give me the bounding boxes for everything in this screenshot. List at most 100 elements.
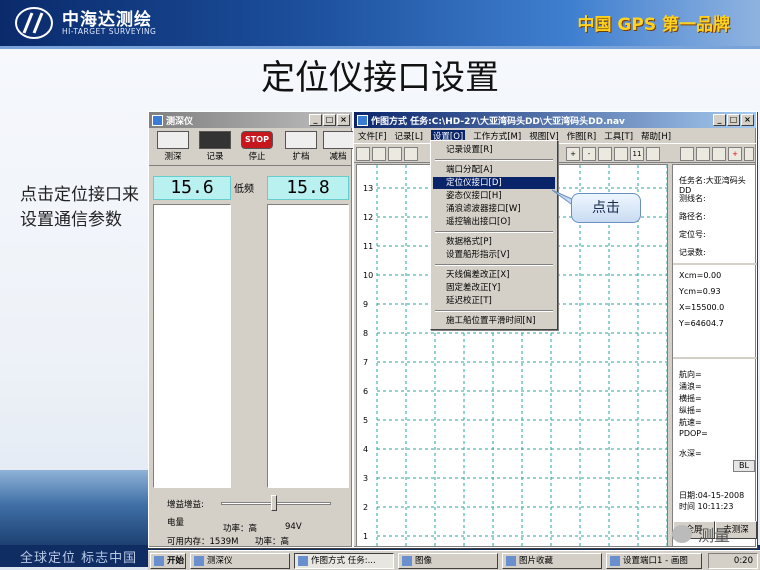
slide-title: 定位仪接口设置 bbox=[261, 58, 499, 98]
zoom-out-range-button[interactable]: 减档 bbox=[323, 131, 353, 163]
menu-item-ship-shape[interactable]: 设置船形指示[V] bbox=[433, 249, 555, 261]
menu-item-port-assign[interactable]: 端口分配[A] bbox=[433, 164, 555, 176]
maximize-button[interactable]: □ bbox=[323, 114, 336, 126]
depth-value: 水深= bbox=[679, 449, 702, 458]
depth-readout-left: 15.6 bbox=[153, 176, 231, 200]
pitch-value: 纵摇= bbox=[679, 406, 702, 415]
zoom-out-icon bbox=[323, 131, 353, 149]
task-sounder[interactable]: 测深仪 bbox=[190, 553, 290, 569]
line-icon[interactable] bbox=[712, 147, 726, 161]
task-pictures[interactable]: 图片收藏 bbox=[502, 553, 602, 569]
y-tick-label: 11 bbox=[363, 242, 374, 251]
date-value: 日期:04-15-2008 bbox=[679, 491, 745, 500]
speed-value: 航速= bbox=[679, 418, 702, 427]
zoom-in-icon[interactable]: + bbox=[566, 147, 580, 161]
sound-icon bbox=[157, 131, 189, 149]
gain-label: 增益增益: bbox=[167, 500, 204, 510]
maximize-button[interactable]: □ bbox=[727, 114, 740, 126]
start-button[interactable]: 开始 bbox=[150, 553, 186, 569]
slogan: 中国 GPS 第一品牌 bbox=[577, 15, 731, 35]
more-icon[interactable] bbox=[744, 147, 754, 161]
clock: 0:20 bbox=[708, 553, 758, 569]
x-value: X=15500.0 bbox=[679, 303, 725, 312]
zoom-in-range-button[interactable]: 扩档 bbox=[281, 131, 321, 163]
minimize-button[interactable]: _ bbox=[309, 114, 322, 126]
settings-menu: 记录设置[R] 端口分配[A] 定位仪接口[D] 姿态仪接口[H] 涌浪滤波器接… bbox=[430, 140, 558, 330]
logo-icon bbox=[15, 7, 53, 39]
logo-text-en: HI-TARGET SURVEYING bbox=[62, 27, 157, 36]
nav-titlebar[interactable]: 作图方式 任务:C:\HD-27\大亚湾码头DD\大亚湾码头DD.nav _ □… bbox=[354, 112, 756, 128]
y-value: Y=64604.7 bbox=[679, 319, 724, 328]
y-tick-label: 8 bbox=[363, 329, 369, 338]
menu-record[interactable]: 记录[L] bbox=[395, 130, 423, 142]
y-tick-label: 4 bbox=[363, 445, 369, 454]
close-button[interactable]: × bbox=[741, 114, 754, 126]
task-name: 任务名:大亚湾码头DD bbox=[679, 176, 746, 195]
record-button[interactable]: 记录 bbox=[195, 131, 235, 163]
footer-text: 全球定位 标志中国 bbox=[20, 551, 138, 566]
pan-icon[interactable] bbox=[614, 147, 628, 161]
menu-item-smoothing-time[interactable]: 施工船位置平滑时间[N] bbox=[433, 315, 555, 327]
power-level-2: 功率：高 bbox=[255, 537, 290, 547]
menu-tools[interactable]: 工具[T] bbox=[604, 130, 633, 142]
new-icon[interactable] bbox=[356, 147, 370, 161]
menu-item-positioner-interface[interactable]: 定位仪接口[D] bbox=[433, 177, 555, 189]
heave-value: 涌浪= bbox=[679, 382, 702, 391]
list-icon[interactable] bbox=[696, 147, 710, 161]
sounder-toolbar: 测深 记录 STOP 停止 扩档 减档 bbox=[149, 128, 353, 166]
time-value: 时间 10:11:23 bbox=[679, 502, 734, 511]
depth-readout-right: 15.8 bbox=[267, 176, 349, 200]
menu-file[interactable]: 文件[F] bbox=[358, 130, 387, 142]
table-icon[interactable] bbox=[680, 147, 694, 161]
power-label: 电量 bbox=[167, 518, 185, 528]
menu-item-antenna-offset[interactable]: 天线偏差改正[X] bbox=[433, 269, 555, 281]
zoom-in-icon bbox=[285, 131, 317, 149]
gain-slider-thumb[interactable] bbox=[271, 495, 277, 511]
task-nav[interactable]: 作图方式 任务:... bbox=[294, 553, 394, 569]
open-icon[interactable] bbox=[372, 147, 386, 161]
menu-item-attitude-interface[interactable]: 姿态仪接口[H] bbox=[433, 190, 555, 202]
zoom-fit-icon[interactable] bbox=[598, 147, 612, 161]
wechat-icon bbox=[671, 525, 692, 543]
print-icon[interactable] bbox=[404, 147, 418, 161]
menu-separator bbox=[435, 231, 553, 233]
sounder-titlebar[interactable]: 测深仪 _ □ × bbox=[149, 112, 352, 128]
y-tick-label: 7 bbox=[363, 358, 369, 367]
task-paint[interactable]: 设置端口1 - 画图 bbox=[606, 553, 702, 569]
menu-item-data-format[interactable]: 数据格式[P] bbox=[433, 236, 555, 248]
menu-item-fixed-offset[interactable]: 固定差改正[Y] bbox=[433, 282, 555, 294]
y-tick-label: 13 bbox=[363, 184, 374, 193]
voltage: 94V bbox=[285, 522, 302, 532]
menu-draw[interactable]: 作图[R] bbox=[567, 130, 597, 142]
sounder-status: 增益增益: 电量 功率：高 94V 可用内存：1539M 功率：高 bbox=[149, 492, 352, 548]
stop-button[interactable]: STOP 停止 bbox=[237, 131, 277, 163]
ycm-value: Ycm=0.93 bbox=[679, 287, 721, 296]
close-button[interactable]: × bbox=[337, 114, 350, 126]
frequency-mode: 低频 bbox=[234, 184, 254, 195]
header-divider bbox=[0, 46, 760, 49]
sound-button[interactable]: 测深 bbox=[153, 131, 193, 163]
page-icon[interactable] bbox=[646, 147, 660, 161]
pdop-value: PDOP= bbox=[679, 429, 708, 438]
y-tick-label: 10 bbox=[363, 271, 374, 280]
menu-item-record-settings[interactable]: 记录设置[R] bbox=[433, 144, 555, 156]
memory-info: 可用内存：1539M bbox=[167, 537, 239, 547]
record-count: 记录数: bbox=[679, 248, 706, 257]
menu-help[interactable]: 帮助[H] bbox=[641, 130, 671, 142]
info-panel: 任务名:大亚湾码头DD 测线名: 路径名: 定位号: 记录数: Xcm=0.00… bbox=[672, 164, 757, 547]
y-tick-label: 12 bbox=[363, 213, 374, 222]
minimize-button[interactable]: _ bbox=[713, 114, 726, 126]
save-icon[interactable] bbox=[388, 147, 402, 161]
roll-value: 横摇= bbox=[679, 394, 702, 403]
scale-icon[interactable]: 11 bbox=[630, 147, 644, 161]
stop-icon: STOP bbox=[241, 131, 273, 149]
power-level: 功率：高 bbox=[223, 524, 258, 534]
bl-button[interactable]: BL bbox=[733, 460, 755, 472]
crosshair-icon[interactable]: + bbox=[728, 147, 742, 161]
menu-item-remote-output-interface[interactable]: 遥控输出接口[O] bbox=[433, 216, 555, 228]
task-images[interactable]: 图像 bbox=[398, 553, 498, 569]
zoom-out-icon[interactable]: - bbox=[582, 147, 596, 161]
menu-item-delay-correction[interactable]: 延迟校正[T] bbox=[433, 295, 555, 307]
path-name: 路径名: bbox=[679, 212, 706, 221]
menu-item-heave-filter-interface[interactable]: 涌浪滤波器接口[W] bbox=[433, 203, 555, 215]
